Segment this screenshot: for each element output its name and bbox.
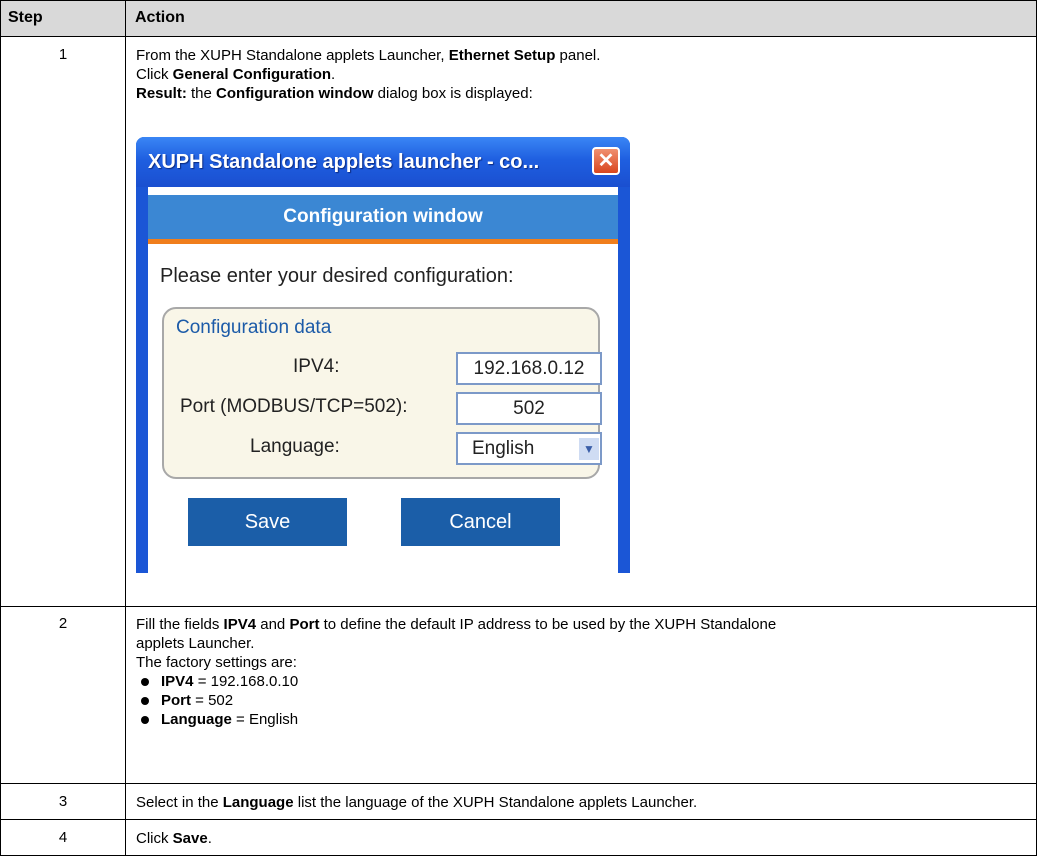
bold-term: Port [289,616,320,633]
step-number: 1 [58,46,68,63]
row-divider [1,783,1036,784]
row-divider [1,819,1036,820]
step-action-text: Click Save. [136,829,1021,848]
text-run: Click [136,66,173,83]
bold-term: Port [161,692,191,709]
bold-term: Save [172,830,208,847]
bullet-item: Language = English [136,710,1021,729]
dialog-title: XUPH Standalone applets launcher - co... [148,151,540,173]
text-line: Click Save. [136,829,1021,848]
bullet-item: IPV4 = 192.168.0.10 [136,672,1021,691]
step-action-text: Select in the Language list the language… [136,793,1021,812]
text-line: From the XUPH Standalone applets Launche… [136,46,1021,65]
text-run: dialog box is displayed: [373,85,533,102]
text-run: Select in the [136,794,223,811]
dialog-banner: Configuration window [148,195,618,239]
text-run: = 502 [191,692,234,709]
text-line: applets Launcher. [136,634,1021,653]
procedure-table: Step Action 1 From the XUPH Standalone a… [0,0,1037,856]
language-select-value: English [472,438,535,459]
bold-term: General Configuration [172,66,332,83]
group-title: Configuration data [176,317,332,338]
step-number: 4 [58,829,68,846]
ipv4-label: IPV4: [293,356,340,377]
text-line: Result: the Configuration window dialog … [136,84,1021,103]
bold-term: Language [161,711,232,728]
text-run: Fill the fields [136,616,224,633]
save-button[interactable]: Save [188,498,347,546]
ipv4-field[interactable]: 192.168.0.12 [456,352,602,385]
bullet-item: Port = 502 [136,691,1021,710]
text-line: Click General Configuration. [136,65,1021,84]
text-run: = English [231,711,299,728]
text-run: applets Launcher. [136,635,255,652]
step-action-text: From the XUPH Standalone applets Launche… [136,46,1021,103]
bold-term: IPV4 [161,673,194,690]
text-run: From the XUPH Standalone applets Launche… [136,47,449,64]
bold-term: Language [222,794,294,811]
step-action-text: Fill the fields IPV4 and Port to define … [136,615,1021,729]
text-line: The factory settings are: [136,653,1021,672]
dialog-titlebar: XUPH Standalone applets launcher - co...… [136,137,630,187]
port-field[interactable]: 502 [456,392,602,425]
text-run: = 192.168.0.10 [193,673,299,690]
configuration-dialog: XUPH Standalone applets launcher - co...… [136,137,630,573]
text-run: . [331,66,336,83]
text-run: . [207,830,212,847]
dialog-client-area: Configuration window Please enter your d… [148,187,618,573]
text-line: Select in the Language list the language… [136,793,1021,812]
port-label: Port (MODBUS/TCP=502): [180,396,408,417]
bold-term: Configuration window [216,85,374,102]
configuration-group: Configuration data IPV4: 192.168.0.12 Po… [162,307,602,479]
row-divider [1,606,1036,607]
banner-accent-bar [148,239,618,244]
text-run: panel. [555,47,601,64]
bold-term: Result: [136,85,187,102]
text-line: Fill the fields IPV4 and Port to define … [136,615,1021,634]
chevron-down-icon[interactable]: ▼ [579,438,599,460]
text-run: list the language of the XUPH Standalone… [293,794,698,811]
text-run: and [256,616,290,633]
step-number: 2 [58,615,68,632]
header-action: Action [135,9,185,26]
close-icon[interactable]: ✕ [592,147,620,175]
bold-term: IPV4 [223,616,257,633]
bold-term: Ethernet Setup [448,47,556,64]
language-label: Language: [250,436,340,457]
column-divider [125,1,126,855]
step-number: 3 [58,793,68,810]
cancel-button[interactable]: Cancel [401,498,560,546]
row-divider [1,36,1036,37]
dialog-prompt: Please enter your desired configuration: [160,265,514,287]
text-run: The factory settings are: [136,654,297,671]
table-header: Step Action [1,1,1036,36]
header-step: Step [8,9,43,26]
text-run: Click [136,830,173,847]
text-run: to define the default IP address to be u… [319,616,777,633]
text-run: the [186,85,217,102]
language-select[interactable]: English ▼ [456,432,602,465]
